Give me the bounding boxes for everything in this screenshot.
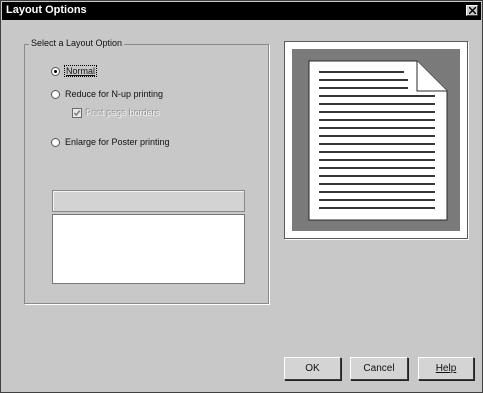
radio-button-reduce-n-up[interactable] <box>51 89 60 99</box>
title-bar: Layout Options <box>2 2 481 20</box>
radio-label-reduce-n-up: Reduce for N-up printing <box>65 89 164 99</box>
radio-reduce-n-up[interactable]: Reduce for N-up printing <box>51 89 163 99</box>
layout-preview-area <box>292 49 460 231</box>
radio-enlarge-poster[interactable]: Enlarge for Poster printing <box>51 137 170 147</box>
help-button[interactable]: Help <box>418 357 474 380</box>
cancel-button-label: Cancel <box>363 363 395 374</box>
page-preview-icon <box>308 60 448 221</box>
cancel-button[interactable]: Cancel <box>350 357 408 380</box>
window-title: Layout Options <box>6 4 87 16</box>
radio-normal[interactable]: Normal <box>51 65 98 77</box>
list-header <box>52 190 245 212</box>
checkmark-icon <box>73 110 81 117</box>
close-icon <box>469 7 476 14</box>
options-list-box[interactable] <box>52 214 245 284</box>
checkbox-box[interactable] <box>72 108 82 118</box>
ok-button[interactable]: OK <box>284 357 341 380</box>
radio-label-normal: Normal <box>63 65 98 77</box>
close-button[interactable] <box>466 5 478 16</box>
help-button-label: Help <box>435 363 457 374</box>
layout-preview-frame <box>284 41 468 239</box>
radio-button-normal[interactable] <box>51 66 60 76</box>
group-legend: Select a Layout Option <box>29 38 125 48</box>
radio-label-enlarge-poster: Enlarge for Poster printing <box>65 137 170 147</box>
radio-button-enlarge-poster[interactable] <box>51 137 60 147</box>
ok-button-label: OK <box>305 363 320 374</box>
checkbox-print-page-borders[interactable]: Print page borders <box>72 108 160 118</box>
layout-options-dialog: Layout Options Select a Layout Option No… <box>0 0 483 393</box>
checkbox-label-print-page-borders: Print page borders <box>86 108 161 118</box>
